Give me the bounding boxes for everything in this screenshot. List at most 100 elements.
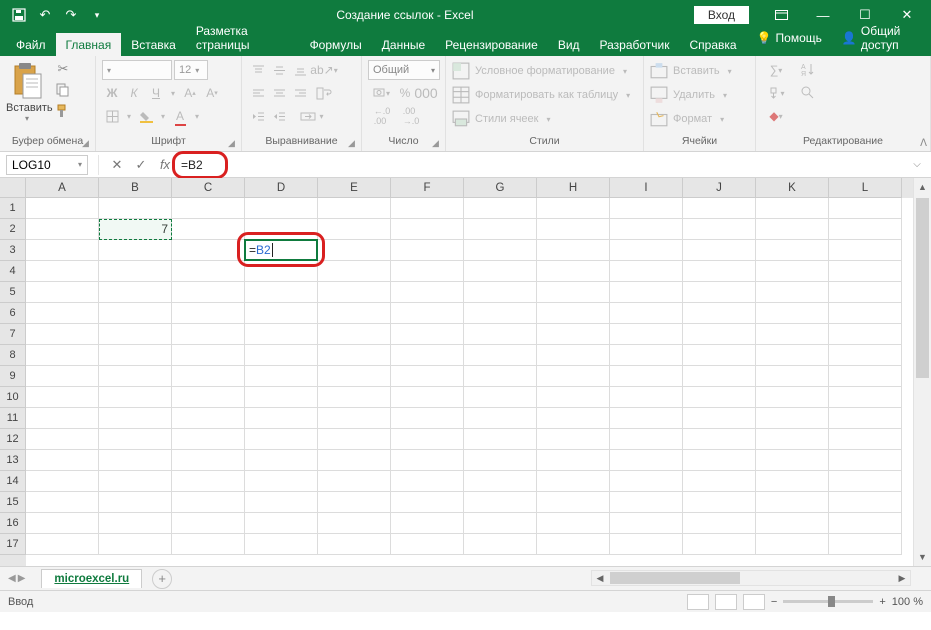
bold-button[interactable]: Ж: [102, 83, 122, 103]
row-header[interactable]: 17: [0, 534, 26, 555]
cell[interactable]: [464, 219, 537, 240]
cell[interactable]: [610, 429, 683, 450]
cell[interactable]: [464, 450, 537, 471]
cell[interactable]: [756, 219, 829, 240]
horizontal-scrollbar[interactable]: ◀ ▶: [591, 570, 911, 586]
cell[interactable]: [829, 450, 902, 471]
cell[interactable]: [99, 261, 172, 282]
cell[interactable]: [537, 303, 610, 324]
cell[interactable]: [318, 303, 391, 324]
cell[interactable]: [683, 261, 756, 282]
cell[interactable]: [683, 345, 756, 366]
cell[interactable]: [99, 198, 172, 219]
cell[interactable]: [26, 471, 99, 492]
cell[interactable]: [99, 450, 172, 471]
col-header[interactable]: K: [756, 178, 829, 198]
col-header[interactable]: E: [318, 178, 391, 198]
cell[interactable]: [683, 240, 756, 261]
cell[interactable]: [610, 471, 683, 492]
cell[interactable]: [318, 450, 391, 471]
page-layout-view-icon[interactable]: [715, 594, 737, 610]
row-header[interactable]: 11: [0, 408, 26, 429]
font-launcher-icon[interactable]: ◢: [228, 138, 238, 148]
cell[interactable]: [26, 408, 99, 429]
cell[interactable]: [172, 492, 245, 513]
cell[interactable]: [829, 513, 902, 534]
cell[interactable]: [172, 387, 245, 408]
tab-insert[interactable]: Вставка: [121, 33, 186, 56]
cell[interactable]: [99, 366, 172, 387]
cell[interactable]: [245, 408, 318, 429]
cell[interactable]: [172, 450, 245, 471]
cell[interactable]: [99, 471, 172, 492]
cell[interactable]: [245, 345, 318, 366]
cell[interactable]: [464, 261, 537, 282]
row-header[interactable]: 15: [0, 492, 26, 513]
row-header[interactable]: 9: [0, 366, 26, 387]
cell[interactable]: [683, 513, 756, 534]
cell[interactable]: [610, 450, 683, 471]
alignment-launcher-icon[interactable]: ◢: [348, 138, 358, 148]
qat-customize-icon[interactable]: ▾: [86, 4, 108, 26]
decrease-font-icon[interactable]: A▾: [202, 83, 222, 103]
cell[interactable]: [756, 303, 829, 324]
font-size-combo[interactable]: 12▾: [174, 60, 208, 80]
cell[interactable]: [172, 471, 245, 492]
cell[interactable]: [537, 492, 610, 513]
cell[interactable]: [756, 282, 829, 303]
cell[interactable]: [391, 303, 464, 324]
tab-page-layout[interactable]: Разметка страницы: [186, 19, 300, 56]
cell[interactable]: [610, 387, 683, 408]
cell[interactable]: [610, 240, 683, 261]
cell[interactable]: [610, 408, 683, 429]
formula-input[interactable]: =B2: [177, 155, 907, 175]
sheet-nav-next-icon[interactable]: ▶: [18, 573, 26, 584]
cell[interactable]: [99, 282, 172, 303]
cell[interactable]: [464, 303, 537, 324]
cell[interactable]: [829, 429, 902, 450]
cell[interactable]: [756, 450, 829, 471]
decrease-decimal-icon[interactable]: .00→.0: [397, 106, 425, 126]
clipboard-launcher-icon[interactable]: ◢: [82, 138, 92, 148]
underline-button[interactable]: Ч: [146, 83, 166, 103]
zoom-in-icon[interactable]: +: [879, 596, 885, 608]
cell[interactable]: [829, 492, 902, 513]
cell[interactable]: [683, 282, 756, 303]
tab-file[interactable]: Файл: [6, 33, 56, 56]
cell[interactable]: [99, 408, 172, 429]
cell[interactable]: [610, 366, 683, 387]
normal-view-icon[interactable]: [687, 594, 709, 610]
row-header[interactable]: 12: [0, 429, 26, 450]
save-icon[interactable]: [8, 4, 30, 26]
sheet-tab-active[interactable]: microexcel.ru: [41, 569, 142, 588]
enter-formula-icon[interactable]: ✓: [129, 155, 153, 175]
cell[interactable]: [318, 492, 391, 513]
cancel-formula-icon[interactable]: ✕: [105, 155, 129, 175]
tab-formulas[interactable]: Формулы: [300, 33, 372, 56]
align-right-icon[interactable]: [290, 83, 310, 103]
cell[interactable]: [756, 429, 829, 450]
col-header[interactable]: A: [26, 178, 99, 198]
sheet-nav-prev-icon[interactable]: ◀: [8, 573, 16, 584]
cell[interactable]: [26, 387, 99, 408]
cell[interactable]: [537, 219, 610, 240]
cell[interactable]: [172, 261, 245, 282]
cell[interactable]: [391, 471, 464, 492]
select-all-corner[interactable]: [0, 178, 26, 198]
collapse-ribbon-icon[interactable]: ᐱ: [920, 138, 927, 149]
cell[interactable]: [391, 198, 464, 219]
scroll-thumb[interactable]: [916, 198, 929, 378]
merge-icon[interactable]: ▾: [290, 106, 334, 126]
cell[interactable]: [829, 240, 902, 261]
cell[interactable]: [756, 366, 829, 387]
tab-help[interactable]: Справка: [680, 33, 747, 56]
cell[interactable]: [464, 240, 537, 261]
cells-area[interactable]: 7 =B2: [26, 198, 913, 566]
cell[interactable]: [756, 240, 829, 261]
cell[interactable]: [318, 240, 391, 261]
cell[interactable]: [610, 492, 683, 513]
expand-formula-bar-icon[interactable]: ⌵: [907, 159, 927, 170]
cell[interactable]: [610, 219, 683, 240]
scroll-down-icon[interactable]: ▼: [914, 548, 931, 566]
row-header[interactable]: 3: [0, 240, 26, 261]
